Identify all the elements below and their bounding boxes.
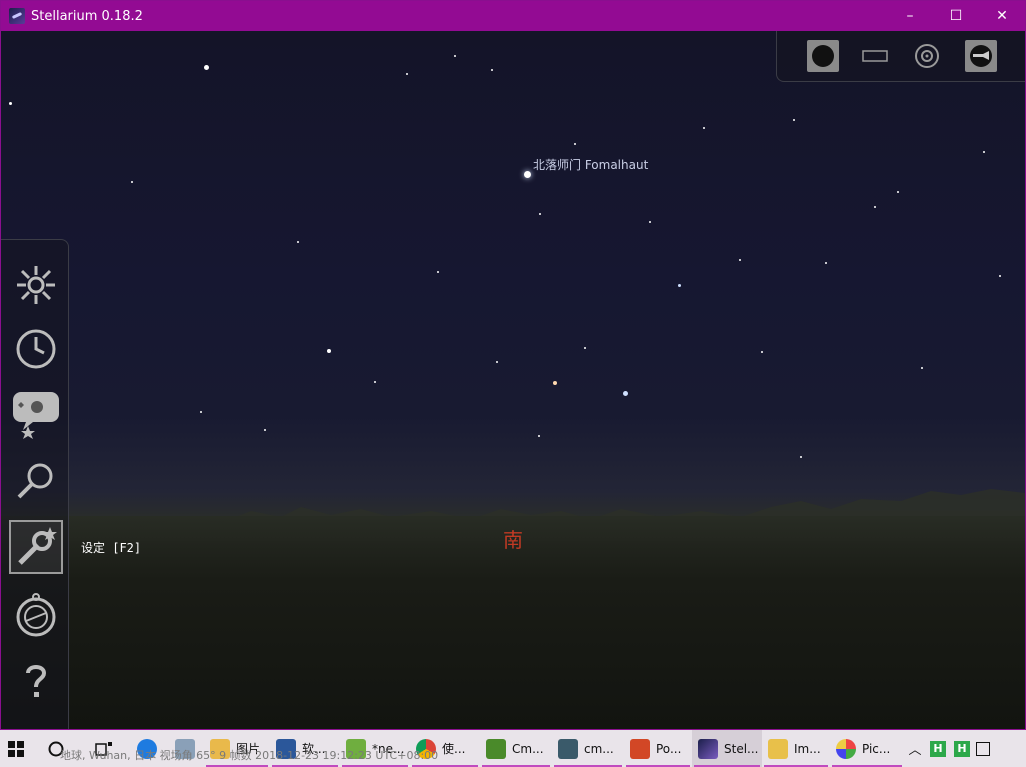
target-button[interactable] (911, 40, 943, 72)
taskbar-label: Po... (656, 741, 682, 756)
tray-network[interactable] (974, 730, 992, 767)
star[interactable] (584, 347, 586, 349)
taskbar-label: Im... (794, 741, 821, 756)
date-time-button[interactable] (9, 322, 63, 376)
image-icon (768, 738, 788, 759)
help-button[interactable] (9, 654, 63, 708)
star[interactable] (649, 221, 651, 223)
tray-h-app-1[interactable]: H (926, 730, 950, 767)
compass-help-button[interactable] (9, 588, 63, 642)
h-green-icon: H (930, 740, 946, 757)
tray-h-app-2[interactable]: H (950, 730, 974, 767)
star[interactable] (921, 367, 923, 369)
fullscreen-toggle-button[interactable] (807, 40, 839, 72)
galaxy-stars-icon (13, 392, 59, 439)
star[interactable] (800, 456, 802, 458)
taskbar-label: Cm... (512, 741, 544, 756)
question-icon (26, 665, 47, 697)
star[interactable] (496, 361, 498, 363)
window-title: Stellarium 0.18.2 (31, 8, 143, 24)
cardinal-south-label: 南 (503, 528, 523, 552)
powerpoint-icon (630, 738, 650, 759)
star[interactable] (678, 284, 681, 287)
top-bottom-bar (776, 31, 1025, 82)
sun-icon (17, 266, 55, 304)
search-button[interactable] (9, 454, 63, 508)
star[interactable] (574, 143, 576, 145)
close-button[interactable]: ✕ (979, 1, 1025, 31)
star[interactable] (200, 411, 202, 413)
taskbar-paint[interactable]: Pic... (830, 730, 904, 767)
star[interactable] (204, 65, 209, 70)
star[interactable] (374, 381, 376, 383)
star[interactable] (874, 206, 876, 208)
star[interactable] (703, 127, 705, 129)
taskbar-label: cm... (584, 741, 614, 756)
star[interactable] (623, 391, 628, 396)
star[interactable] (454, 55, 456, 57)
cmd-icon (486, 738, 506, 759)
settings-button[interactable] (9, 520, 63, 574)
astrolabe-icon (16, 593, 56, 637)
circle-icon (812, 45, 834, 67)
star[interactable] (553, 381, 557, 385)
taskbar-label: 使... (442, 742, 466, 756)
title-bar[interactable]: Stellarium 0.18.2 – ☐ ✕ (1, 1, 1025, 31)
star[interactable] (983, 151, 985, 153)
taskbar-image[interactable]: Im... (762, 730, 830, 767)
star[interactable] (825, 262, 827, 264)
star[interactable] (793, 119, 795, 121)
windows-start-icon (8, 740, 24, 757)
stellarium-app-icon (9, 8, 25, 24)
star[interactable] (9, 102, 12, 105)
taskbar-terminal[interactable]: cm... (552, 730, 624, 767)
taskbar-label: Stel... (724, 741, 759, 756)
star[interactable] (131, 181, 133, 183)
terminal-icon (558, 738, 578, 759)
clock-icon (16, 329, 56, 369)
network-icon (976, 741, 990, 756)
star[interactable] (999, 275, 1001, 277)
paint-icon (836, 738, 856, 759)
sky-view[interactable]: 北落师门 Fomalhaut 南 设定 [F2] (1, 31, 1025, 729)
tray-chevron[interactable]: ︿ (904, 730, 926, 767)
star[interactable] (897, 191, 899, 193)
star[interactable] (538, 435, 540, 437)
left-side-bar (1, 239, 69, 729)
window-mode-button[interactable] (859, 40, 891, 72)
maximize-button[interactable]: ☐ (933, 1, 979, 31)
power-icon (970, 45, 992, 67)
star[interactable] (297, 241, 299, 243)
taskbar-cmd[interactable]: Cm... (480, 730, 552, 767)
quit-button[interactable] (965, 40, 997, 72)
stellarium-icon (698, 738, 718, 759)
star[interactable] (491, 69, 493, 71)
star[interactable] (524, 171, 531, 178)
location-button[interactable] (9, 258, 63, 312)
h-green-icon: H (954, 740, 970, 757)
star[interactable] (539, 213, 541, 215)
sky-viewing-options-button[interactable] (9, 388, 63, 442)
status-bar-text: 地球, Wuhan, 日本 视场角 65° 9 帧数 2018-12-23 19… (60, 749, 439, 762)
star[interactable] (327, 349, 331, 353)
start-button[interactable] (0, 730, 32, 767)
target-icon (915, 44, 939, 68)
star[interactable] (739, 259, 741, 261)
settings-tooltip: 设定 [F2] (81, 541, 142, 555)
search-icon (17, 463, 53, 499)
star[interactable] (437, 271, 439, 273)
wrench-icon (18, 527, 57, 565)
taskbar-powerpoint[interactable]: Po... (624, 730, 692, 767)
taskbar-stellarium[interactable]: Stel... (692, 730, 762, 767)
star[interactable] (761, 351, 763, 353)
minimize-button[interactable]: – (887, 1, 933, 31)
star[interactable] (406, 73, 408, 75)
star-label-fomalhaut: 北落师门 Fomalhaut (533, 158, 649, 172)
star[interactable] (264, 429, 266, 431)
taskbar-label: Pic... (862, 741, 891, 756)
stellarium-window: Stellarium 0.18.2 – ☐ ✕ 北落师门 Fomalhaut 南… (0, 0, 1026, 730)
window-icon (862, 50, 888, 62)
chevron-up-icon: ︿ (908, 743, 922, 758)
